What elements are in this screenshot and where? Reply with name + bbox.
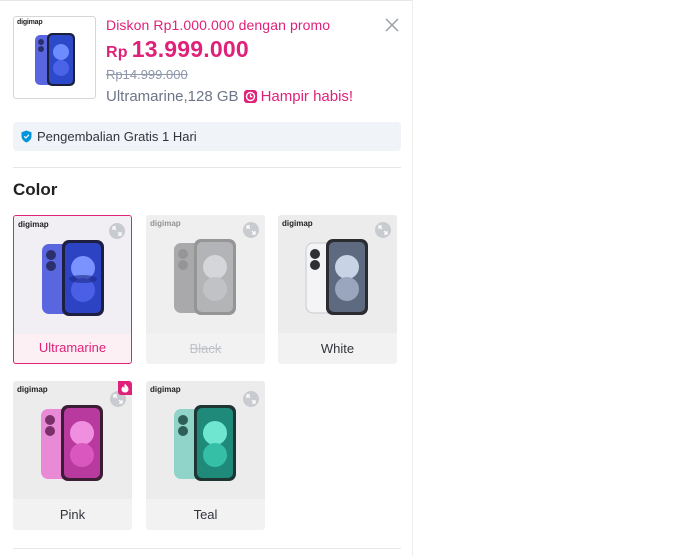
color-option-label: White: [320, 341, 355, 356]
phone-image-white: [305, 239, 368, 315]
return-policy-text: Pengembalian Gratis 1 Hari: [37, 129, 197, 144]
color-section-title: Color: [13, 180, 58, 199]
shield-icon: [21, 130, 32, 143]
panel-edge: [412, 0, 413, 556]
color-option-label: Black: [189, 341, 222, 356]
phone-image-ultramarine: [42, 240, 104, 316]
stock-alert-text: Hampir habis!: [260, 88, 354, 105]
thumbnail-brand: digimap: [17, 19, 43, 26]
color-option-label: Pink: [59, 507, 86, 522]
option-brand: digimap: [282, 219, 313, 228]
phone-image-black: [174, 239, 236, 315]
color-option-white[interactable]: digimap White: [278, 215, 397, 364]
thumbnail-phone-image: [33, 32, 77, 88]
close-button[interactable]: [384, 17, 400, 33]
color-option-teal[interactable]: digimap Teal: [146, 381, 265, 530]
color-option-label: Teal: [193, 507, 218, 522]
promo-text: Diskon Rp1.000.000 dengan promo: [106, 17, 331, 33]
price: Rp 13.999.000: [106, 36, 249, 63]
option-brand: digimap: [150, 219, 181, 228]
option-brand: digimap: [17, 385, 48, 394]
selected-variant-line: Ultramarine,128 GB Hampir habis!: [106, 88, 353, 105]
divider: [13, 548, 401, 549]
stock-alert: Hampir habis!: [243, 88, 354, 105]
divider: [13, 167, 401, 168]
expand-icon[interactable]: [375, 222, 391, 238]
fire-icon: [118, 381, 132, 395]
return-policy-banner: Pengembalian Gratis 1 Hari: [13, 122, 401, 151]
phone-image-pink: [41, 405, 103, 481]
top-border: [0, 0, 412, 1]
option-brand: digimap: [18, 220, 49, 229]
phone-image-teal: [174, 405, 236, 481]
product-thumbnail: digimap: [13, 16, 96, 99]
color-option-label: Ultramarine: [38, 340, 107, 355]
price-currency: Rp: [106, 44, 128, 61]
color-option-pink[interactable]: digimap Pink: [13, 381, 132, 530]
selected-variant: Ultramarine,128 GB: [106, 88, 239, 105]
color-option-ultramarine[interactable]: digimap Ultramarine: [13, 215, 132, 364]
variant-sheet: digimap Diskon Rp1.000.000 dengan promo …: [0, 0, 412, 556]
option-brand: digimap: [150, 385, 181, 394]
expand-icon[interactable]: [109, 223, 125, 239]
expand-icon[interactable]: [243, 391, 259, 407]
clock-icon: [243, 90, 257, 103]
original-price: Rp14.999.000: [106, 67, 188, 82]
color-option-black[interactable]: digimap Black: [146, 215, 265, 364]
close-icon[interactable]: [384, 17, 400, 33]
expand-icon[interactable]: [243, 222, 259, 238]
price-value: 13.999.000: [131, 36, 249, 62]
